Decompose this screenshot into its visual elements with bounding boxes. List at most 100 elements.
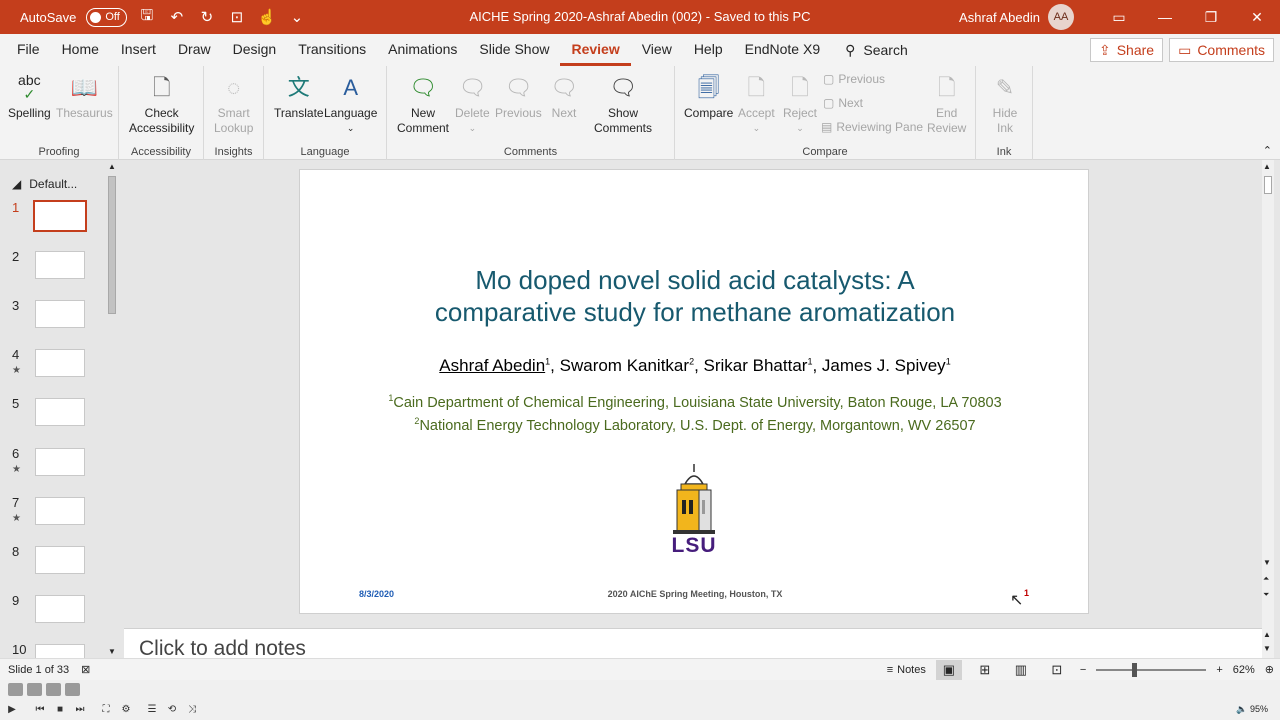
scroll-up-icon[interactable]: ▲ <box>1263 162 1271 171</box>
record-icon[interactable] <box>8 683 23 696</box>
compare-button[interactable]: 🗐 Compare <box>684 70 733 121</box>
slide-footer[interactable]: 2020 AIChE Spring Meeting, Houston, TX <box>300 589 1090 599</box>
tab-file[interactable]: File <box>6 34 51 66</box>
zoom-in-icon[interactable]: + <box>1216 664 1222 676</box>
hide-ink-button[interactable]: ✎ Hide Ink <box>988 70 1022 136</box>
check-accessibility-button[interactable]: 🗋 Check Accessibility <box>129 70 194 136</box>
slide-title[interactable]: Mo doped novel solid acid catalysts: A c… <box>300 264 1090 328</box>
scroll-up-icon[interactable]: ▲ <box>1263 630 1271 639</box>
stop-icon[interactable]: ■ <box>52 702 68 716</box>
authors[interactable]: Ashraf Abedin1, Swarom Kanitkar2, Srikar… <box>300 356 1090 376</box>
screenshot-icon[interactable] <box>46 683 61 696</box>
section-header[interactable]: ◢ Default... <box>12 177 77 191</box>
notes-button[interactable]: ≡ Notes <box>887 664 926 676</box>
zoom-out-icon[interactable]: − <box>1080 664 1086 676</box>
scroll-down-icon[interactable]: ▼ <box>108 647 116 656</box>
volume-control[interactable]: 🔈 95% <box>1236 704 1268 715</box>
slide-thumbnail[interactable]: 7 ★ <box>0 495 110 541</box>
shuffle-icon[interactable]: ⤨ <box>184 702 200 716</box>
camera-icon[interactable] <box>27 683 42 696</box>
avatar[interactable]: AA <box>1048 4 1074 30</box>
delete-comment-button[interactable]: 🗨 Delete ⌄ <box>455 70 490 136</box>
slide-thumbnail[interactable]: 2 <box>0 249 110 295</box>
play-icon[interactable]: ▶ <box>4 702 20 716</box>
reject-button[interactable]: 🗋 Reject ⌄ <box>783 70 817 136</box>
tab-help[interactable]: Help <box>683 34 734 66</box>
tab-draw[interactable]: Draw <box>167 34 222 66</box>
scroll-up-icon[interactable]: ▲ <box>108 162 116 171</box>
tab-view[interactable]: View <box>631 34 683 66</box>
slide-thumbnail[interactable]: 4 ★ <box>0 347 110 393</box>
zoom-level[interactable]: 62% <box>1233 664 1255 676</box>
tab-animations[interactable]: Animations <box>377 34 468 66</box>
affiliation-1[interactable]: 1Cain Department of Chemical Engineering… <box>300 394 1090 411</box>
touch-mode-icon[interactable]: ☝ <box>257 8 277 26</box>
accessibility-status-icon[interactable]: ⊠ <box>81 663 90 676</box>
smart-lookup-button[interactable]: ◌ Smart Lookup <box>214 70 253 136</box>
new-comment-button[interactable]: 🗨 New Comment <box>397 70 449 136</box>
slide-thumbnail[interactable]: 6 ★ <box>0 446 110 492</box>
scrollbar-thumb[interactable] <box>108 176 116 314</box>
slide-thumbnail[interactable]: 9 <box>0 593 110 639</box>
search-box[interactable]: ⚲ Search <box>845 42 908 59</box>
slide-thumbnail[interactable]: 1 <box>0 200 110 246</box>
ribbon-display-icon[interactable]: ▭ <box>1096 0 1142 34</box>
translate-button[interactable]: 文 Translate <box>274 70 324 121</box>
fit-to-window-icon[interactable]: ⊕ <box>1265 663 1274 676</box>
end-review-button[interactable]: 🗋 End Review <box>927 70 966 136</box>
present-icon[interactable]: ⊡ <box>227 8 247 26</box>
fast-forward-icon[interactable]: ⏭ <box>72 702 88 716</box>
spelling-button[interactable]: abc ✓ Spelling <box>8 70 51 121</box>
tab-design[interactable]: Design <box>222 34 288 66</box>
reviewing-pane-button[interactable]: ▤ Reviewing Pane <box>821 120 923 134</box>
editor-scrollbar[interactable]: ▲ ▼ ⏶ ⏷ ▲ ▼ <box>1262 160 1274 658</box>
collapse-ribbon-icon[interactable]: ⌃ <box>1263 144 1272 157</box>
accept-button[interactable]: 🗋 Accept ⌄ <box>738 70 775 136</box>
autosave-toggle[interactable]: Off <box>86 7 127 27</box>
tab-review[interactable]: Review <box>560 34 631 66</box>
tab-transitions[interactable]: Transitions <box>287 34 377 66</box>
normal-view-icon[interactable]: ▣ <box>935 659 962 680</box>
tab-slide-show[interactable]: Slide Show <box>468 34 560 66</box>
previous-change-button[interactable]: ▢ Previous <box>823 72 885 86</box>
lsu-logo[interactable]: LSU <box>661 462 727 562</box>
show-comments-button[interactable]: 🗨 Show Comments <box>594 70 652 136</box>
language-button[interactable]: A Language ⌄ <box>324 70 377 136</box>
notes-pane[interactable]: Click to add notes <box>124 628 1262 660</box>
affiliation-2[interactable]: 2National Energy Technology Laboratory, … <box>300 417 1090 434</box>
zoom-slider-knob[interactable] <box>1132 662 1138 677</box>
minimize-icon[interactable]: — <box>1142 0 1188 34</box>
share-button[interactable]: ⇪ Share <box>1089 38 1164 62</box>
slide[interactable]: Mo doped novel solid acid catalysts: A c… <box>299 169 1089 614</box>
close-icon[interactable]: ✕ <box>1234 0 1280 34</box>
next-slide-icon[interactable]: ⏷ <box>1263 590 1269 600</box>
reading-view-icon[interactable]: ▥ <box>1008 660 1034 680</box>
tab-endnote[interactable]: EndNote X9 <box>734 34 832 66</box>
next-change-button[interactable]: ▢ Next <box>823 96 863 110</box>
comments-button[interactable]: ▭ Comments <box>1169 38 1274 62</box>
slideshow-icon[interactable]: ⊡ <box>1044 660 1070 680</box>
slide-thumbnail[interactable]: 8 <box>0 544 110 590</box>
undo-icon[interactable]: ↶ <box>167 8 187 26</box>
repeat-icon[interactable]: ⟲ <box>164 702 180 716</box>
tab-home[interactable]: Home <box>51 34 110 66</box>
fullscreen-icon[interactable]: ⛶ <box>98 702 114 716</box>
customize-qat-icon[interactable]: ⌄ <box>287 8 307 26</box>
next-comment-button[interactable]: 🗨 Next <box>547 70 581 121</box>
stream-icon[interactable] <box>65 683 80 696</box>
slide-thumbnail[interactable]: 3 <box>0 298 110 344</box>
redo-icon[interactable]: ↻ <box>197 8 217 26</box>
restore-icon[interactable]: ❐ <box>1188 0 1234 34</box>
scrollbar-thumb[interactable] <box>1264 176 1272 194</box>
playlist-icon[interactable]: ☰ <box>144 702 160 716</box>
scroll-down-icon[interactable]: ▼ <box>1263 558 1271 567</box>
thumbnail-scrollbar[interactable]: ▲ ▼ <box>106 160 118 658</box>
user-name[interactable]: Ashraf Abedin <box>959 10 1040 25</box>
tab-insert[interactable]: Insert <box>110 34 167 66</box>
previous-comment-button[interactable]: 🗨 Previous <box>495 70 542 121</box>
scroll-down-icon[interactable]: ▼ <box>1263 644 1271 653</box>
zoom-slider[interactable] <box>1096 662 1207 677</box>
slide-number-footer[interactable]: 1 <box>1024 588 1029 598</box>
slide-thumbnail[interactable]: 10 <box>0 642 110 658</box>
settings-icon[interactable]: ⚙ <box>118 702 134 716</box>
